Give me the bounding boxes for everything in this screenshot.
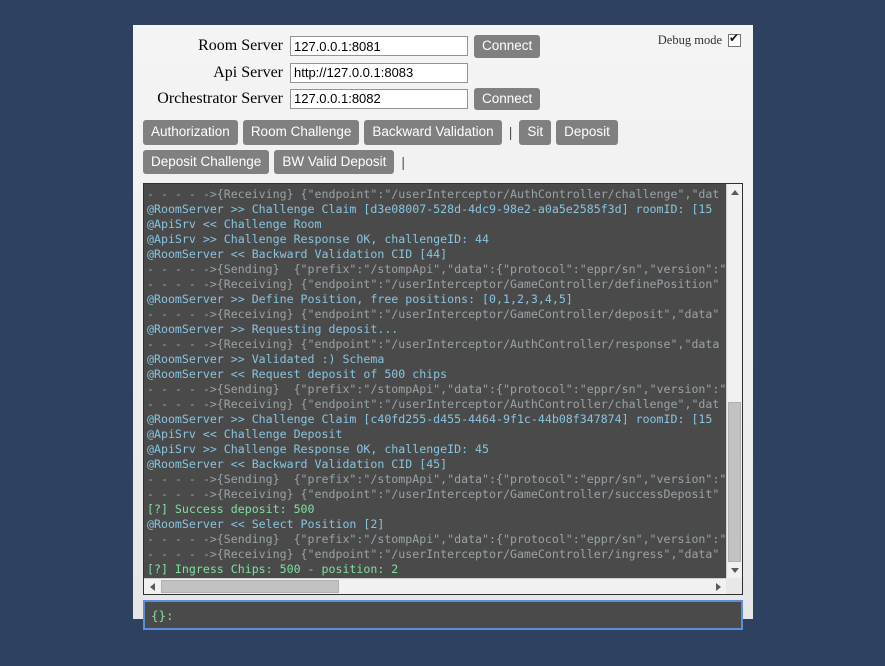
- console-log-line: @RoomServer << Backward Validation CID […: [147, 247, 448, 261]
- console-log-line: @ApiSrv << Challenge Deposit: [147, 427, 343, 441]
- authorization-button[interactable]: Authorization: [143, 120, 238, 145]
- room-server-label: Room Server: [198, 37, 283, 55]
- console-log-line: - - - - ->{Sending} {"prefix":"/stompApi…: [147, 472, 726, 486]
- console-log-line: [?] Ingress Chips: 500 - position: 2: [147, 562, 399, 576]
- console-log-line: - - - - ->{Receiving} {"endpoint":"/user…: [147, 307, 720, 321]
- console-log-line: @ApiSrv >> Challenge Response OK, challe…: [147, 442, 490, 456]
- deposit-challenge-button[interactable]: Deposit Challenge: [143, 149, 270, 174]
- console-log-line: @ApiSrv << Challenge Room: [147, 217, 322, 231]
- debug-mode-checkbox[interactable]: [728, 32, 741, 47]
- form-row-room-server: Room Server Connect: [143, 35, 743, 58]
- orchestrator-server-label: Orchestrator Server: [157, 89, 283, 107]
- console-log-line: @ApiSrv >> Challenge Response OK, challe…: [147, 232, 490, 246]
- horizontal-scrollbar-thumb[interactable]: [161, 580, 339, 593]
- sit-button[interactable]: Sit: [519, 120, 552, 145]
- console-log-line: - - - - ->{Sending} {"prefix":"/stompApi…: [147, 382, 726, 396]
- console-log-line: @RoomServer >> Challenge Claim [d3e08007…: [147, 202, 713, 216]
- console-log-line: @RoomServer << Request deposit of 500 ch…: [147, 367, 448, 381]
- console-log-line: - - - - ->{Receiving} {"endpoint":"/user…: [147, 337, 720, 351]
- room-challenge-button[interactable]: Room Challenge: [242, 120, 360, 145]
- main-panel: Debug mode Room Server Connect Api Serve…: [133, 25, 753, 630]
- orchestrator-server-connect-button[interactable]: Connect: [474, 87, 541, 110]
- bw-valid-deposit-button[interactable]: BW Valid Deposit: [274, 149, 395, 174]
- console-log-line: - - - - ->{Receiving} {"endpoint":"/user…: [147, 277, 720, 291]
- console-log-line: - - - - ->{Receiving} {"endpoint":"/user…: [147, 397, 720, 411]
- orchestrator-server-input[interactable]: [290, 88, 468, 109]
- api-server-label: Api Server: [213, 63, 283, 81]
- action-button-bar: Authorization Room Challenge Backward Va…: [143, 120, 711, 174]
- console-log-line: @RoomServer << Select Position [2]: [147, 517, 385, 531]
- console-horizontal-scrollbar[interactable]: [144, 578, 726, 594]
- form-row-orchestrator-server: Orchestrator Server Connect: [143, 87, 743, 110]
- console-log-line: @RoomServer >> Requesting deposit...: [147, 322, 399, 336]
- console-panel: - - - - ->{Receiving} {"endpoint":"/user…: [143, 183, 743, 595]
- console-log-line: [?] Success deposit: 500: [147, 502, 315, 516]
- room-server-connect-button[interactable]: Connect: [474, 35, 541, 58]
- command-input[interactable]: [143, 600, 743, 630]
- action-separator: |: [508, 124, 513, 141]
- console-log-line: @RoomServer << Backward Validation CID […: [147, 457, 448, 471]
- console-log-line: - - - - ->{Receiving} {"endpoint":"/user…: [147, 187, 720, 201]
- room-server-input[interactable]: [290, 36, 468, 57]
- console-log-line: - - - - ->{Receiving} {"endpoint":"/user…: [147, 487, 720, 501]
- debug-mode-label: Debug mode: [657, 33, 722, 47]
- api-server-input[interactable]: [290, 62, 468, 83]
- scroll-up-arrow-icon[interactable]: [727, 184, 742, 200]
- console-log-line: - - - - ->{Receiving} {"endpoint":"/user…: [147, 547, 720, 561]
- vertical-scrollbar-thumb[interactable]: [728, 402, 741, 562]
- console-log-output[interactable]: - - - - ->{Receiving} {"endpoint":"/user…: [144, 184, 726, 578]
- console-log-line: - - - - ->{Sending} {"prefix":"/stompApi…: [147, 262, 726, 276]
- deposit-button[interactable]: Deposit: [556, 120, 618, 145]
- action-separator-2: |: [401, 153, 406, 170]
- scroll-down-arrow-icon[interactable]: [727, 562, 742, 578]
- scroll-left-arrow-icon[interactable]: [144, 579, 160, 594]
- console-log-line: @RoomServer >> Challenge Claim [c40fd255…: [147, 412, 713, 426]
- console-log-line: - - - - ->{Sending} {"prefix":"/stompApi…: [147, 532, 726, 546]
- server-config-form: Room Server Connect Api Server Orchestra…: [143, 35, 743, 110]
- console-vertical-scrollbar[interactable]: [726, 184, 742, 578]
- debug-mode-row[interactable]: Debug mode: [657, 32, 741, 48]
- form-row-api-server: Api Server: [143, 62, 743, 83]
- backward-validation-button[interactable]: Backward Validation: [364, 120, 502, 145]
- console-log-line: @RoomServer >> Define Position, free pos…: [147, 292, 573, 306]
- scrollbar-corner: [726, 578, 742, 594]
- console-log-line: @RoomServer >> Validated :) Schema: [147, 352, 385, 366]
- scroll-right-arrow-icon[interactable]: [710, 579, 726, 594]
